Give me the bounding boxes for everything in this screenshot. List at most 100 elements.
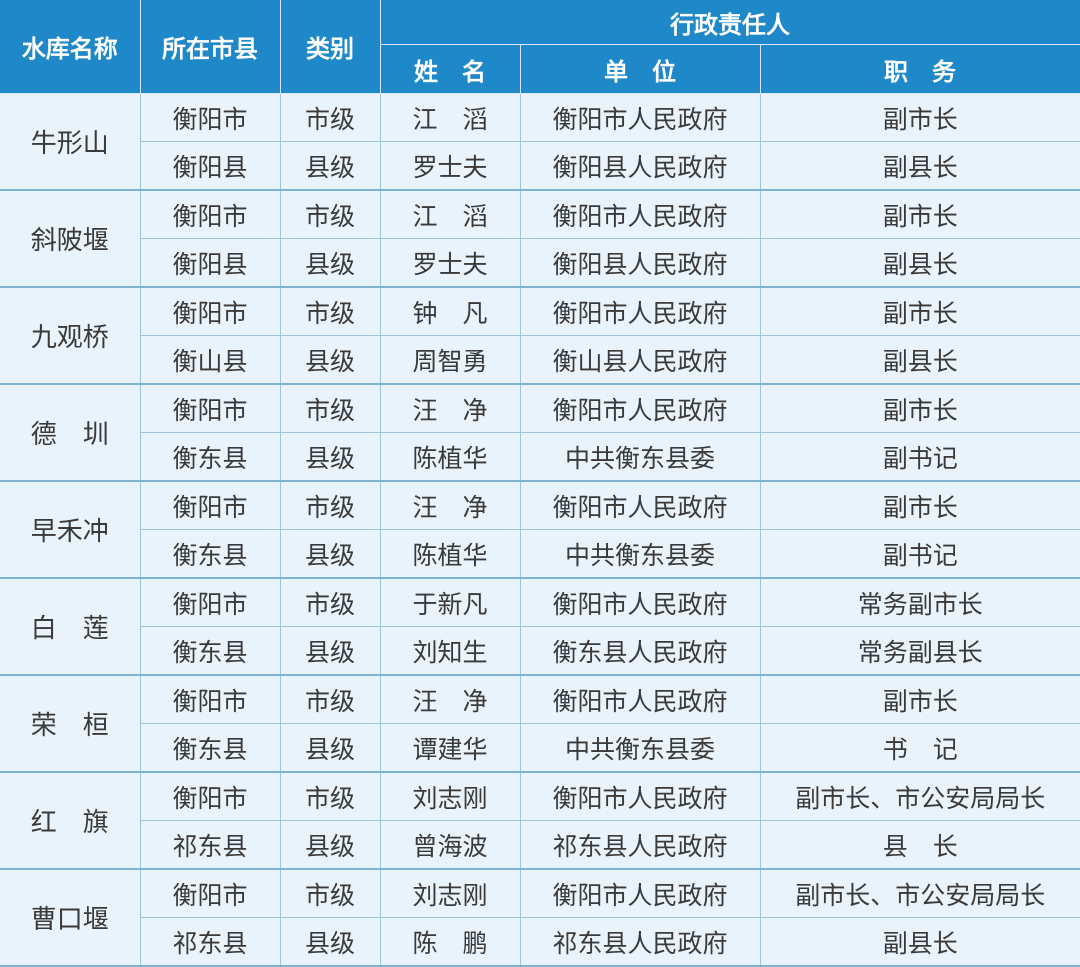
person-name-cell: 钟 凡 (379, 286, 521, 336)
position-cell: 副市长 (759, 286, 1080, 336)
table-row: 祁东县 县级 曾海波 祁东县人民政府县 长 (0, 820, 1080, 870)
position-cell: 副市长、市公安局局长 (759, 771, 1080, 821)
county-cell: 衡阳市 (139, 93, 281, 142)
county-cell: 衡阳市 (139, 480, 281, 530)
unit-cell: 中共衡东县委 (519, 529, 761, 579)
category-cell: 县级 (279, 626, 381, 676)
person-name-cell: 曾海波 (379, 820, 521, 870)
table-row: 德 圳衡阳市 市级汪 净衡阳市人民政府 副市长 (0, 383, 1080, 482)
table-row: 祁东县 县级陈 鹏祁东县人民政府 副县长 (0, 917, 1080, 967)
person-name-cell: 陈植华 (379, 529, 521, 579)
unit-cell: 衡阳市人民政府 (519, 93, 761, 142)
category-cell: 市级 (279, 577, 381, 627)
position-cell: 副县长 (759, 141, 1080, 191)
reservoir-name-cell: 早禾冲 (0, 480, 141, 579)
category-cell: 市级 (279, 674, 381, 724)
county-cell: 衡东县 (140, 723, 281, 773)
person-name-cell: 刘知生 (379, 626, 521, 676)
header-unit: 单 位 (520, 44, 761, 94)
reservoir-name-cell: 斜陂堰 (0, 189, 141, 288)
reservoir-name-cell: 牛形山 (0, 93, 141, 191)
unit-cell: 衡阳市人民政府 (519, 868, 761, 918)
unit-cell: 衡阳市人民政府 (519, 480, 761, 530)
table-row: 衡山县 县级 周智勇 衡山县人民政府 副县长 (0, 335, 1080, 385)
header-person-name: 姓 名 (380, 44, 521, 94)
unit-cell: 衡阳市人民政府 (519, 189, 761, 239)
unit-cell: 衡东县人民政府 (519, 626, 761, 676)
position-cell: 副县长 (759, 238, 1080, 288)
position-cell: 副市长 (759, 480, 1080, 530)
county-cell: 祁东县 (140, 917, 281, 967)
category-cell: 县级 (279, 723, 381, 773)
position-cell: 县 长 (759, 820, 1080, 870)
county-cell: 衡东县 (140, 432, 281, 482)
table-row: 曹口堰 衡阳市 市级 刘志刚 衡阳市人民政府 副市长、市公安局局长 (0, 868, 1080, 967)
county-cell: 衡山县 (140, 335, 281, 385)
person-name-cell: 于新凡 (379, 577, 521, 627)
category-cell: 市级 (279, 93, 381, 142)
unit-cell: 衡山县人民政府 (519, 335, 761, 385)
person-name-cell: 陈 鹏 (379, 917, 521, 967)
table-row: 衡东县 县级 谭建华 中共衡东县委书 记 (0, 723, 1080, 773)
position-cell: 副书记 (759, 432, 1080, 482)
unit-cell: 祁东县人民政府 (519, 917, 761, 967)
table-body: 牛形山 衡阳市 市级江 滔衡阳市人民政府 副市长 衡阳县 县级 罗士夫 衡阳县人民政府 副县长斜… (0, 93, 1080, 967)
category-cell: 市级 (279, 286, 381, 336)
person-name-cell: 江 滔 (379, 93, 521, 142)
category-cell: 市级 (279, 189, 381, 239)
person-name-cell: 谭建华 (379, 723, 521, 773)
category-cell: 县级 (279, 238, 381, 288)
category-cell: 市级 (279, 480, 381, 530)
position-cell: 副县长 (759, 917, 1080, 967)
header-responsible-group: 行政责任人 (380, 0, 1080, 45)
unit-cell: 衡阳县人民政府 (519, 141, 761, 191)
unit-cell: 衡阳市人民政府 (519, 286, 761, 336)
person-name-cell: 罗士夫 (379, 238, 521, 288)
reservoir-name-cell: 九观桥 (0, 286, 141, 385)
county-cell: 衡阳县 (140, 238, 281, 288)
header-position: 职 务 (760, 44, 1080, 94)
unit-cell: 衡阳县人民政府 (519, 238, 761, 288)
table-row: 荣 桓衡阳市 市级汪 净衡阳市人民政府 副市长 (0, 674, 1080, 773)
position-cell: 副市长 (759, 93, 1080, 142)
person-name-cell: 罗士夫 (379, 141, 521, 191)
header-category: 类别 (280, 0, 381, 94)
table-row: 早禾冲 衡阳市 市级汪 净衡阳市人民政府 副市长 (0, 480, 1080, 579)
table-row: 衡阳县 县级 罗士夫 衡阳县人民政府 副县长 (0, 141, 1080, 191)
position-cell: 副市长、市公安局局长 (759, 868, 1080, 918)
position-cell: 书 记 (759, 723, 1080, 773)
table-header: 水库名称 所在市县 类别 行政责任人 姓 名 单 位 职 务 (0, 0, 1080, 94)
unit-cell: 中共衡东县委 (519, 723, 761, 773)
header-reservoir-name: 水库名称 (0, 0, 141, 94)
position-cell: 常务副县长 (759, 626, 1080, 676)
table-row: 衡东县 县级 陈植华 中共衡东县委 副书记 (0, 529, 1080, 579)
table-row: 红 旗衡阳市 市级 刘志刚 衡阳市人民政府 副市长、市公安局局长 (0, 771, 1080, 870)
reservoir-responsibility-table: 水库名称 所在市县 类别 行政责任人 姓 名 单 位 职 务 牛形山 衡阳市 市级江… (0, 0, 1080, 967)
person-name-cell: 汪 净 (379, 383, 521, 433)
person-name-cell: 江 滔 (379, 189, 521, 239)
position-cell: 副县长 (759, 335, 1080, 385)
unit-cell: 中共衡东县委 (519, 432, 761, 482)
table-row: 白 莲衡阳市 市级 于新凡 衡阳市人民政府 常务副市长 (0, 577, 1080, 676)
person-name-cell: 汪 净 (379, 480, 521, 530)
unit-cell: 衡阳市人民政府 (519, 771, 761, 821)
table-row: 斜陂堰 衡阳市 市级江 滔衡阳市人民政府 副市长 (0, 189, 1080, 288)
reservoir-name-cell: 荣 桓 (0, 674, 141, 773)
category-cell: 市级 (279, 868, 381, 918)
category-cell: 县级 (279, 432, 381, 482)
reservoir-name-cell: 红 旗 (0, 771, 141, 870)
person-name-cell: 汪 净 (379, 674, 521, 724)
unit-cell: 衡阳市人民政府 (519, 577, 761, 627)
header-county: 所在市县 (140, 0, 281, 94)
table-row: 衡东县 县级 刘知生 衡东县人民政府 常务副县长 (0, 626, 1080, 676)
category-cell: 市级 (279, 771, 381, 821)
table-row: 衡东县 县级 陈植华 中共衡东县委 副书记 (0, 432, 1080, 482)
unit-cell: 祁东县人民政府 (519, 820, 761, 870)
unit-cell: 衡阳市人民政府 (519, 383, 761, 433)
person-name-cell: 刘志刚 (379, 771, 521, 821)
reservoir-name-cell: 白 莲 (0, 577, 141, 676)
county-cell: 衡阳县 (140, 141, 281, 191)
position-cell: 副市长 (759, 189, 1080, 239)
position-cell: 副市长 (759, 383, 1080, 433)
reservoir-name-cell: 德 圳 (0, 383, 141, 482)
